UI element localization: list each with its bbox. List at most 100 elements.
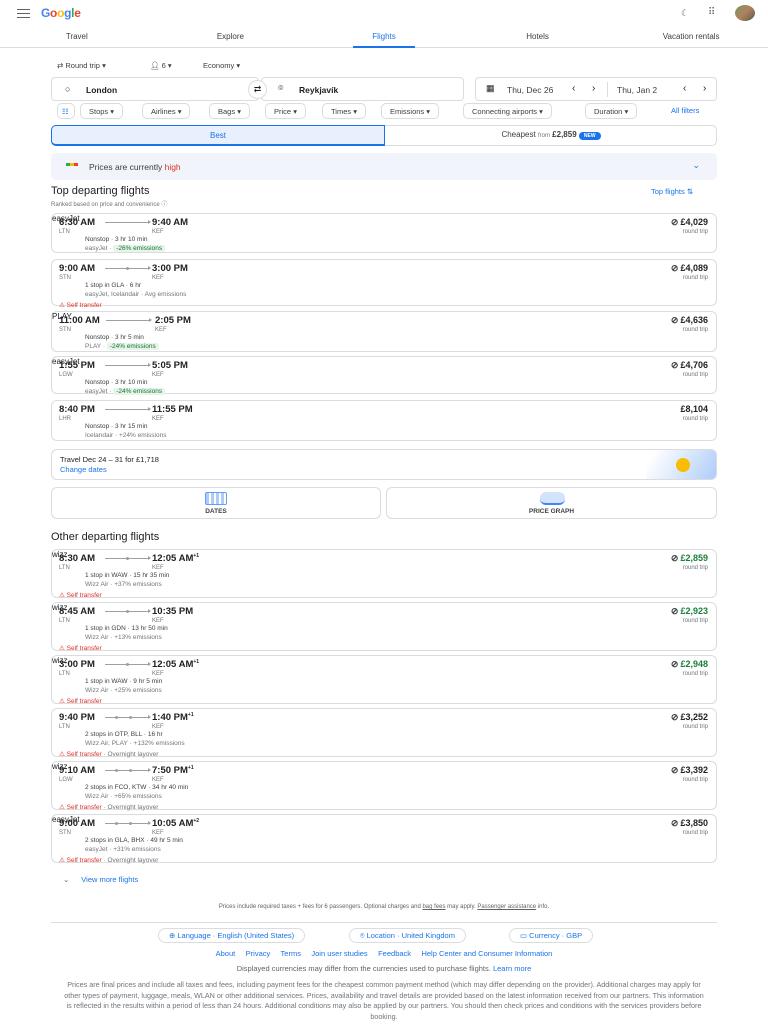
tab-flights[interactable]: Flights — [307, 26, 461, 48]
passengers-select[interactable]: 👤︎ 6 ▾ — [150, 61, 172, 70]
emissions-label: -24% emissions — [113, 388, 166, 395]
filter-settings-button[interactable]: ☷ — [57, 103, 75, 119]
stops-duration: Nonstop · 3 hr 15 min — [85, 423, 148, 430]
user-studies-link[interactable]: Join user studies — [311, 949, 367, 958]
location-button[interactable]: ⌾ Location · United Kingdom — [349, 928, 466, 943]
google-logo[interactable]: Google — [41, 6, 81, 20]
origin-input[interactable]: ○ London — [51, 77, 259, 101]
flight-card[interactable]: 3:00 PM 12:05 AM+1 LTN KEF wizz 1 stop in WAW… — [51, 655, 717, 705]
filter-airlines-button[interactable]: Airlines ▾ — [142, 103, 191, 119]
round-trip-label: round trip — [682, 777, 708, 783]
origin-airport: STN — [59, 830, 71, 836]
route-line — [105, 662, 151, 666]
dark-mode-icon[interactable]: ☾ — [681, 8, 689, 19]
prev-return-date-button[interactable]: ‹ — [683, 83, 686, 94]
destination-input[interactable]: ⌾ Reykjavík — [261, 77, 464, 101]
flight-price: ⊘ £4,636 — [670, 315, 708, 325]
cabin-class-select[interactable]: Economy ▾ — [203, 61, 240, 70]
departure-time: 3:00 PM — [59, 659, 95, 670]
learn-more-link[interactable]: Learn more — [493, 964, 531, 973]
filter-times-button[interactable]: Times ▾ — [322, 103, 366, 119]
filter-bags-button[interactable]: Bags ▾ — [209, 103, 250, 119]
airline-name: easyJet — [85, 388, 108, 395]
all-filters-link[interactable]: All filters — [671, 106, 699, 115]
tab-explore[interactable]: Explore — [154, 26, 308, 47]
tab-hotels[interactable]: Hotels — [461, 26, 615, 47]
filter-connecting-airports-button[interactable]: Connecting airports ▾ — [463, 103, 552, 119]
passenger-assistance-link[interactable]: Passenger assistance — [477, 904, 536, 910]
flight-price: £8,104 — [680, 404, 708, 414]
top-bar: Google ☾ ⠿ — [0, 0, 768, 26]
flight-card[interactable]: 9:40 PM 1:40 PM+1 LTN KEF 2 stops in OTP, BL… — [51, 708, 717, 758]
emissions-label: +31% emissions — [113, 846, 161, 853]
warning-icon: ⚠ — [59, 592, 67, 599]
flight-price: ⊘ £4,706 — [670, 360, 708, 370]
language-button[interactable]: ⊕ Language · English (United States) — [158, 928, 306, 943]
filter-duration-button[interactable]: Duration ▾ — [585, 103, 638, 119]
flight-price: ⊘ £2,923 — [670, 606, 708, 616]
round-trip-label: round trip — [682, 416, 708, 422]
price-graph-button[interactable]: PRICE GRAPH — [386, 487, 717, 519]
route-line — [106, 318, 152, 322]
sort-cheapest-tab[interactable]: Cheapest from £2,859 NEW — [385, 126, 717, 145]
origin-airport: STN — [59, 327, 71, 333]
expand-chevron-icon[interactable]: ⌄ — [692, 160, 700, 171]
feedback-link[interactable]: Feedback — [378, 949, 411, 958]
tab-travel[interactable]: Travel — [0, 26, 154, 47]
filter-emissions-button[interactable]: Emissions ▾ — [381, 103, 440, 119]
about-link[interactable]: About — [216, 949, 236, 958]
round-trip-label: round trip — [682, 618, 708, 624]
sort-toggle: Best Cheapest from £2,859 NEW — [51, 125, 717, 146]
dates-button[interactable]: DATES — [51, 487, 381, 519]
flight-card[interactable]: 9:10 AM 7:50 PM+1 LGW KEF wizz 2 stops in FCO… — [51, 761, 717, 811]
flight-card[interactable]: 8:30 AM 12:05 AM+1 LTN KEF wizz 1 stop in WAW… — [51, 549, 717, 599]
self-transfer-warning: Self transfer — [66, 592, 102, 599]
prev-departure-date-button[interactable]: ‹ — [572, 83, 575, 94]
change-dates-link[interactable]: Change dates — [60, 465, 107, 474]
filter-price-button[interactable]: Price ▾ — [265, 103, 306, 119]
airline-name: easyJet — [85, 846, 108, 853]
flight-card[interactable]: 8:45 AM 10:35 PM LTN KEF wizz 1 stop in GDN ·… — [51, 602, 717, 652]
day-offset: +1 — [187, 712, 194, 718]
departure-time: 6:30 AM — [59, 217, 96, 228]
return-date[interactable]: Thu, Jan 2 — [617, 85, 657, 95]
flight-card[interactable]: 1:55 PM 5:05 PM LGW KEF easyJet Nonstop · 3 h… — [51, 356, 717, 395]
no-carry-on-bag-icon: ⊘ — [670, 315, 679, 325]
flight-card[interactable]: 9:00 AM 10:05 AM+2 STN KEF easyJet 2 stops in… — [51, 814, 717, 864]
warning-icon: ⚠ — [59, 857, 67, 864]
no-carry-on-bag-icon: ⊘ — [670, 606, 679, 616]
flight-card[interactable]: 6:30 AM 9:40 AM LTN KEF easyJet Nonstop · 3 h… — [51, 213, 717, 253]
menu-icon[interactable] — [17, 9, 30, 18]
currency-button[interactable]: ▭ Currency · GBP — [509, 928, 594, 943]
sort-best-tab[interactable]: Best — [51, 125, 385, 146]
departure-time: 8:45 AM — [59, 606, 96, 617]
bag-fees-link[interactable]: bag fees — [422, 904, 445, 910]
location-pin-icon: ⌾ — [360, 931, 367, 940]
price-insight-banner[interactable]: Prices are currently high ⌄ — [51, 153, 717, 180]
flight-card[interactable]: 9:00 AM 3:00 PM STN KEF 1 stop in GLA · 6 hr… — [51, 259, 717, 309]
apps-grid-icon[interactable]: ⠿ — [708, 7, 715, 18]
stops-duration: 1 stop in GLA · 6 hr — [85, 282, 142, 289]
overnight-layover-note: Overnight layover — [107, 751, 159, 758]
terms-link[interactable]: Terms — [281, 949, 301, 958]
departure-date[interactable]: Thu, Dec 26 — [507, 85, 553, 95]
flight-card[interactable]: 11:00 AM 2:05 PM STN KEF PLAY Nonstop · 3 hr … — [51, 311, 717, 352]
view-more-flights-button[interactable]: ⌄ View more flights — [63, 875, 138, 884]
info-icon[interactable]: ⓘ — [161, 202, 167, 208]
flight-price: ⊘ £4,089 — [670, 263, 708, 273]
privacy-link[interactable]: Privacy — [246, 949, 271, 958]
date-range-input: ▦ Thu, Dec 26 ‹ › Thu, Jan 2 ‹ › — [475, 77, 717, 101]
tab-vacation-rentals[interactable]: Vacation rentals — [614, 26, 768, 47]
next-departure-date-button[interactable]: › — [592, 83, 595, 94]
swap-locations-button[interactable]: ⇄ — [248, 80, 267, 99]
route-line — [105, 556, 151, 560]
trip-type-select[interactable]: ⇄ Round trip ▾ — [57, 61, 106, 70]
help-center-link[interactable]: Help Center and Consumer Information — [421, 949, 552, 958]
sort-by-button[interactable]: Top flights ⇅ — [651, 187, 693, 196]
avatar[interactable] — [735, 5, 755, 21]
calendar-grid-icon — [205, 492, 227, 505]
next-return-date-button[interactable]: › — [703, 83, 706, 94]
currency-icon: ▭ — [520, 931, 530, 940]
filter-stops-button[interactable]: Stops ▾ — [80, 103, 124, 119]
flight-card[interactable]: 8:40 PM 11:55 PM LHR KEF Nonstop · 3 hr 15 m… — [51, 400, 717, 441]
